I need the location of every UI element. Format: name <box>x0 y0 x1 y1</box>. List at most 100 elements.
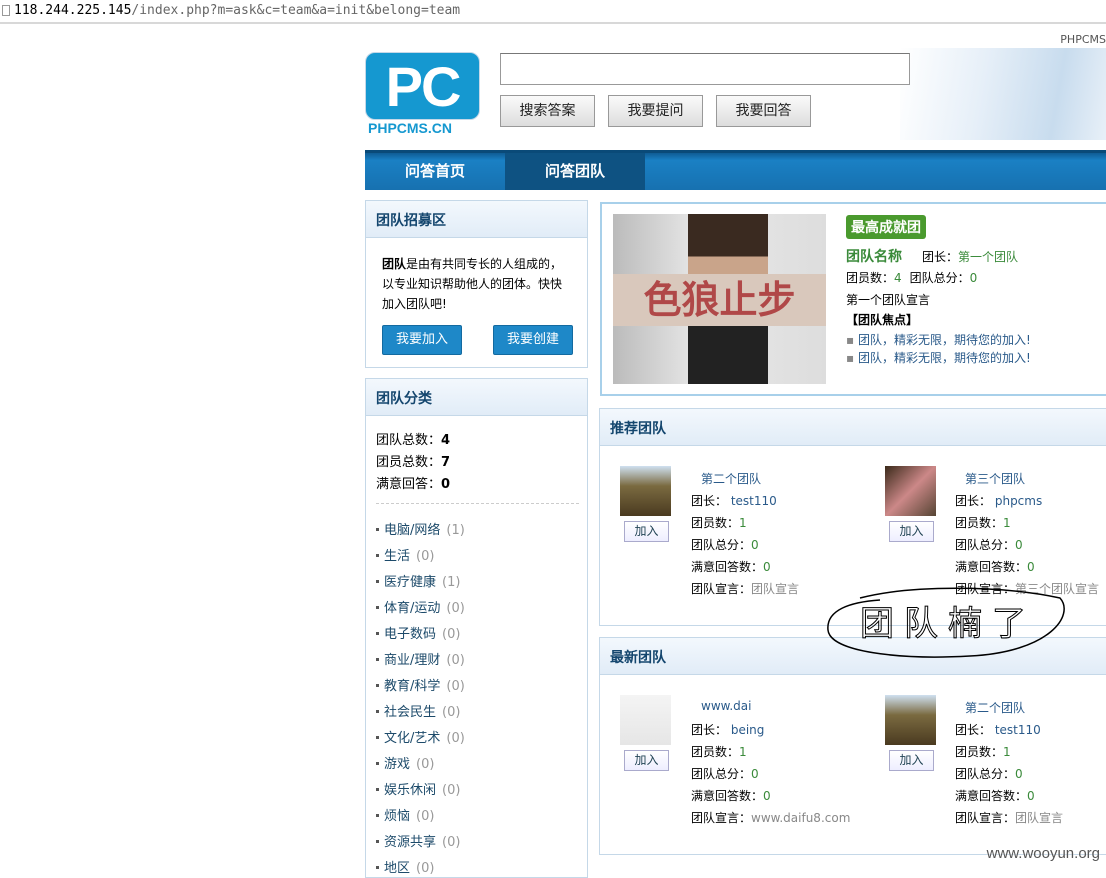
featured-team-image[interactable]: 色狼止步 <box>613 214 826 384</box>
category-name[interactable]: 生活 <box>384 549 410 564</box>
featured-team-panel: 色狼止步 最高成就团 团队名称 团长：第一个团队 团员数：4 团队总分：0 第一个团… <box>600 202 1106 396</box>
category-name[interactable]: 烦恼 <box>384 809 410 824</box>
team-avatar[interactable] <box>885 695 936 745</box>
category-count: (0) <box>446 601 465 616</box>
category-count: (0) <box>416 861 435 876</box>
category-item[interactable]: 文化/艺术 (0) <box>376 727 465 746</box>
category-name[interactable]: 商业/理财 <box>384 653 440 668</box>
stat-teams: 团队总数：4 <box>376 433 451 448</box>
team-leader: 团长： test110 <box>955 723 1041 737</box>
bullet-icon <box>376 658 379 661</box>
search-answers-button[interactable]: 搜索答案 <box>500 95 595 127</box>
category-name[interactable]: 教育/科学 <box>384 679 440 694</box>
category-name[interactable]: 资源共享 <box>384 835 436 850</box>
category-count: (1) <box>446 523 465 538</box>
bullet-icon <box>376 684 379 687</box>
category-count: (0) <box>442 783 461 798</box>
category-item[interactable]: 烦恼 (0) <box>376 805 434 824</box>
answer-button[interactable]: 我要回答 <box>716 95 811 127</box>
join-button[interactable]: 加入 <box>889 750 934 771</box>
team-members: 团员数：1 <box>691 516 747 530</box>
bullet-icon <box>376 580 379 583</box>
logo[interactable]: PC PHPCMS.CN <box>365 52 480 136</box>
category-name[interactable]: 社会民生 <box>384 705 436 720</box>
category-name[interactable]: 文化/艺术 <box>384 731 440 746</box>
category-name[interactable]: 电子数码 <box>384 627 436 642</box>
category-name[interactable]: 电脑/网络 <box>384 523 440 538</box>
leader-link[interactable]: test110 <box>731 494 777 508</box>
ask-question-button[interactable]: 我要提问 <box>608 95 703 127</box>
top-achievement-badge: 最高成就团 <box>846 215 926 239</box>
join-button[interactable]: 加入 <box>889 521 934 542</box>
category-name[interactable]: 体育/运动 <box>384 601 440 616</box>
category-item[interactable]: 社会民生 (0) <box>376 701 460 720</box>
team-members: 团员数：1 <box>955 516 1011 530</box>
category-name[interactable]: 地区 <box>384 861 410 876</box>
focus-item[interactable]: ▪ 团队，精彩无限，期待您的加入! <box>846 331 1031 348</box>
featured-team-name[interactable]: 团队名称 <box>846 249 902 265</box>
category-item[interactable]: 资源共享 (0) <box>376 831 460 850</box>
featured-slogan: 第一个团队宣言 <box>846 293 931 307</box>
category-item[interactable]: 生活 (0) <box>376 545 434 564</box>
team-name[interactable]: 第三个团队 <box>965 470 1025 487</box>
category-count: (0) <box>446 679 465 694</box>
join-team-button[interactable]: 我要加入 <box>382 325 462 355</box>
category-count: (0) <box>416 549 435 564</box>
featured-stats: 团员数：4 团队总分：0 <box>846 271 978 285</box>
bullet-icon <box>376 606 379 609</box>
leader-link[interactable]: phpcms <box>995 494 1042 508</box>
search-input[interactable] <box>500 53 910 85</box>
category-item[interactable]: 医疗健康 (1) <box>376 571 460 590</box>
stat-answers: 满意回答：0 <box>376 477 451 492</box>
join-button[interactable]: 加入 <box>624 750 669 771</box>
create-team-button[interactable]: 我要创建 <box>493 325 573 355</box>
category-name[interactable]: 娱乐休闲 <box>384 783 436 798</box>
category-item[interactable]: 商业/理财 (0) <box>376 649 465 668</box>
team-avatar[interactable] <box>885 466 936 516</box>
category-item[interactable]: 教育/科学 (0) <box>376 675 465 694</box>
category-count: (0) <box>416 809 435 824</box>
team-name[interactable]: 第二个团队 <box>965 699 1025 716</box>
category-item[interactable]: 地区 (0) <box>376 857 434 876</box>
top-link[interactable]: PHPCMS <box>1060 33 1106 46</box>
category-item[interactable]: 游戏 (0) <box>376 753 434 772</box>
recruit-desc: 团队是由有共同专长的人组成的，以专业知识帮助他人的团体。快快加入团队吧! <box>366 238 587 314</box>
tab-qa-home[interactable]: 问答首页 <box>365 153 505 190</box>
category-count: (0) <box>446 731 465 746</box>
team-avatar[interactable] <box>620 695 671 745</box>
featured-leader[interactable]: 第一个团队 <box>958 250 1018 264</box>
category-panel: 团队分类 团队总数：4 团员总数：7 满意回答：0 电脑/网络 (1) 生活 (0) 医… <box>365 378 588 878</box>
join-button[interactable]: 加入 <box>624 521 669 542</box>
team-answers: 满意回答数：0 <box>955 560 1035 574</box>
logo-text: PHPCMS.CN <box>368 120 453 136</box>
team-name[interactable]: www.dai <box>701 699 751 713</box>
leader-link[interactable]: being <box>731 723 765 737</box>
team-avatar[interactable] <box>620 466 671 516</box>
category-item[interactable]: 娱乐休闲 (0) <box>376 779 460 798</box>
logo-mark: PC <box>365 52 480 120</box>
bullet-icon <box>376 866 379 869</box>
address-bar[interactable]: 118.244.225.145/index.php?m=ask&c=team&a… <box>0 0 1106 24</box>
header-background <box>900 48 1106 140</box>
recommended-title: 推荐团队 <box>600 409 1106 446</box>
team-leader: 团长： phpcms <box>955 494 1043 508</box>
team-answers: 满意回答数：0 <box>955 789 1035 803</box>
bullet-icon <box>376 632 379 635</box>
team-members: 团员数：1 <box>955 745 1011 759</box>
category-item[interactable]: 电脑/网络 (1) <box>376 519 465 538</box>
bullet-icon <box>376 528 379 531</box>
leader-link[interactable]: test110 <box>995 723 1041 737</box>
category-name[interactable]: 医疗健康 <box>384 575 436 590</box>
category-item[interactable]: 电子数码 (0) <box>376 623 460 642</box>
category-item[interactable]: 体育/运动 (0) <box>376 597 465 616</box>
category-count: (0) <box>442 835 461 850</box>
focus-item[interactable]: ▪ 团队，精彩无限，期待您的加入! <box>846 349 1031 366</box>
team-name[interactable]: 第二个团队 <box>701 470 761 487</box>
recruit-desc-text: 是由有共同专长的人组成的，以专业知识帮助他人的团体。快快加入团队吧! <box>382 257 563 311</box>
team-members: 团员数：1 <box>691 745 747 759</box>
url-path: /index.php?m=ask&c=team&a=init&belong=te… <box>131 3 461 18</box>
team-score: 团队总分：0 <box>955 767 1023 781</box>
team-answers: 满意回答数：0 <box>691 789 771 803</box>
tab-qa-team[interactable]: 问答团队 <box>505 153 645 190</box>
category-name[interactable]: 游戏 <box>384 757 410 772</box>
